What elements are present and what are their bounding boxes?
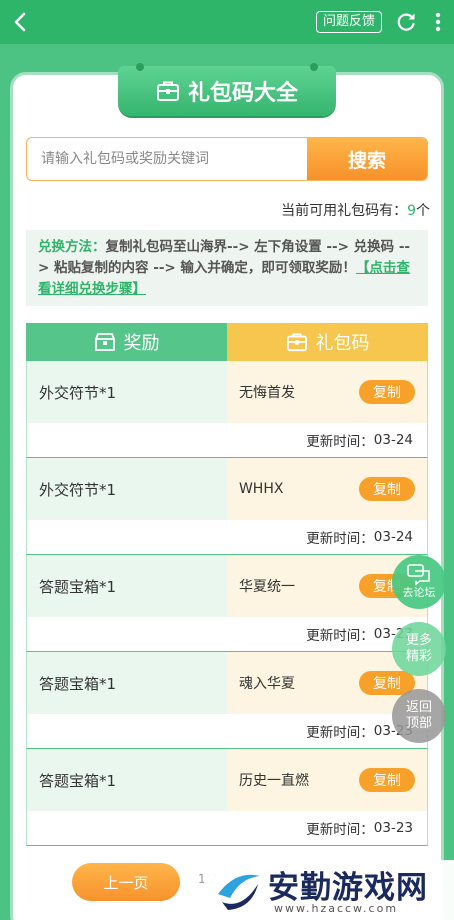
- table-row: 答题宝箱*1 历史一直燃 复制 更新时间： 03-23: [26, 749, 428, 846]
- update-date: 03-23: [373, 820, 413, 836]
- column-header-reward: 奖励: [26, 323, 227, 361]
- count-prefix: 当前可用礼包码有：: [281, 203, 408, 219]
- update-prefix: 更新时间：: [306, 434, 374, 450]
- copy-button[interactable]: 复制: [359, 477, 415, 501]
- search-button[interactable]: 搜索: [307, 138, 427, 180]
- reward-cell: 答题宝箱*1: [27, 749, 227, 811]
- feedback-button[interactable]: 问题反馈: [316, 11, 382, 33]
- search-input[interactable]: [27, 138, 307, 180]
- treasure-box-icon: [94, 333, 115, 351]
- copy-button[interactable]: 复制: [359, 380, 415, 404]
- code-cell: WHHX 复制: [226, 458, 427, 520]
- table-row: 答题宝箱*1 魂入华夏 复制 更新时间： 03-23: [26, 652, 428, 749]
- more-content-button[interactable]: 更多 精彩: [392, 622, 446, 676]
- reward-cell: 外交符节*1: [27, 458, 227, 520]
- code-cell: 历史一直燃 复制: [226, 749, 427, 811]
- chat-bubble-icon: [407, 564, 430, 585]
- reward-cell: 外交符节*1: [27, 361, 227, 423]
- back-to-top-button[interactable]: 返回 顶部: [392, 689, 446, 743]
- update-time: 更新时间： 03-24: [27, 423, 427, 457]
- page-title-text: 礼包码大全: [187, 81, 298, 106]
- gift-code: 魂入华夏: [238, 676, 295, 692]
- instructions-label: 兑换方法：: [38, 239, 106, 255]
- update-time: 更新时间： 03-23: [27, 714, 427, 748]
- redeem-instructions: 兑换方法：复制礼包码至山海界--> 左下角设置 --> 兑换码 --> 粘贴复制…: [26, 230, 428, 306]
- code-cell: 无悔首发 复制: [226, 361, 427, 423]
- count-suffix: 个: [416, 203, 430, 219]
- table-row: 外交符节*1 WHHX 复制 更新时间： 03-24: [26, 458, 428, 555]
- table-row: 外交符节*1 无悔首发 复制 更新时间： 03-24: [26, 361, 428, 458]
- swoosh-logo-icon: [218, 874, 260, 910]
- watermark-title: 安勤游戏网: [268, 870, 428, 906]
- gift-code: 无悔首发: [238, 385, 295, 401]
- column-header-code: 礼包码: [227, 323, 428, 361]
- refresh-icon[interactable]: [395, 11, 417, 33]
- update-prefix: 更新时间：: [306, 531, 374, 547]
- update-prefix: 更新时间：: [306, 822, 374, 838]
- back-button[interactable]: [6, 8, 34, 36]
- update-prefix: 更新时间：: [306, 628, 374, 644]
- column-header-code-label: 礼包码: [315, 333, 370, 354]
- top-line2: 顶部: [405, 716, 432, 731]
- reward-cell: 答题宝箱*1: [27, 652, 227, 714]
- top-line1: 返回: [405, 700, 432, 715]
- go-forum-button[interactable]: 去论坛: [392, 555, 446, 609]
- go-forum-label: 去论坛: [402, 586, 436, 599]
- gift-code: 历史一直燃: [238, 773, 309, 789]
- app-bar: 问题反馈: [0, 0, 454, 44]
- chevron-left-icon: [14, 12, 26, 32]
- reward-cell: 答题宝箱*1: [27, 555, 227, 617]
- site-watermark: 安勤游戏网 www.hzaccw.com: [204, 860, 454, 920]
- copy-button[interactable]: 复制: [359, 768, 415, 792]
- gift-box-icon: [286, 333, 307, 352]
- column-header-reward-label: 奖励: [123, 333, 160, 354]
- watermark-url: www.hzaccw.com: [274, 902, 399, 915]
- more-vert-icon[interactable]: [428, 10, 448, 34]
- more-line1: 更多: [405, 633, 432, 648]
- more-line2: 精彩: [405, 649, 432, 664]
- gift-code: WHHX: [238, 481, 284, 497]
- gift-code-list: 外交符节*1 无悔首发 复制 更新时间： 03-24 外交符节*1 WHHX 复制…: [26, 361, 428, 846]
- update-date: 03-24: [373, 529, 413, 545]
- gift-code: 华夏统一: [238, 579, 295, 595]
- page-title: 礼包码大全: [118, 63, 336, 116]
- update-time: 更新时间： 03-23: [27, 617, 427, 651]
- available-count: 当前可用礼包码有：9个: [281, 200, 430, 220]
- update-date: 03-24: [373, 432, 413, 448]
- prev-page-button[interactable]: 上一页: [72, 863, 180, 901]
- count-value: 9: [407, 203, 416, 219]
- tab-pin-right: [310, 63, 318, 71]
- update-time: 更新时间： 03-24: [27, 520, 427, 554]
- tab-pin-left: [136, 63, 144, 71]
- search-bar: 搜索: [26, 137, 428, 181]
- gift-box-icon: [156, 81, 179, 101]
- update-prefix: 更新时间：: [306, 725, 374, 741]
- update-time: 更新时间： 03-23: [27, 811, 427, 845]
- table-row: 答题宝箱*1 华夏统一 复制 更新时间： 03-23: [26, 555, 428, 652]
- table-header: 奖励 礼包码: [26, 323, 428, 361]
